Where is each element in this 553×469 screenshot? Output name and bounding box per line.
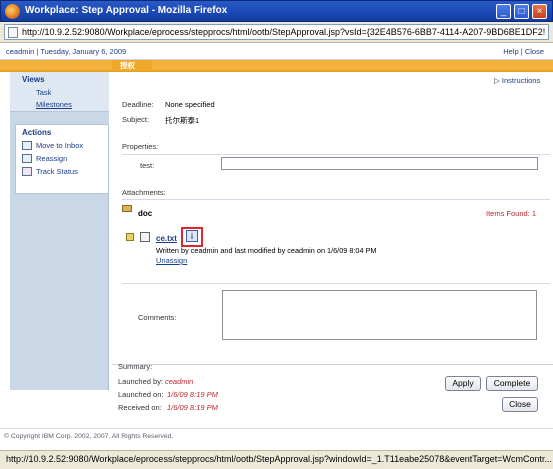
properties-title: Properties: bbox=[122, 142, 159, 151]
summary-title: Summary: bbox=[118, 362, 153, 371]
action-move-to-inbox[interactable]: Move to Inbox bbox=[36, 141, 83, 150]
action-reassign[interactable]: Reassign bbox=[36, 154, 67, 163]
folder-icon bbox=[122, 205, 132, 212]
instructions-label: Instructions bbox=[501, 76, 541, 85]
reassign-icon bbox=[22, 154, 32, 163]
actions-title: Actions bbox=[22, 128, 52, 137]
close-window-button[interactable]: × bbox=[532, 4, 547, 19]
actions-panel: Actions Move to Inbox Reassign Track Sta… bbox=[15, 124, 109, 194]
comments-label: Comments: bbox=[138, 313, 177, 322]
file-link[interactable]: ce.txt bbox=[156, 234, 177, 243]
properties-divider bbox=[122, 154, 550, 155]
launched-by-label: Launched by: bbox=[118, 377, 164, 386]
attachments-title: Attachments: bbox=[122, 188, 166, 197]
header-separator: | bbox=[520, 47, 523, 56]
status-text: http://10.9.2.52:9080/Workplace/eprocess… bbox=[6, 454, 552, 464]
tab-approve[interactable]: 授权 bbox=[112, 60, 152, 71]
instructions-arrow-icon: ▷ bbox=[494, 76, 500, 85]
deadline-value: None specified bbox=[165, 100, 215, 109]
views-title: Views bbox=[22, 75, 45, 84]
instructions-link[interactable]: ▷ Instructions bbox=[494, 76, 540, 85]
window-title: Workplace: Step Approval - Mozilla Firef… bbox=[25, 5, 228, 16]
comments-divider bbox=[122, 283, 550, 284]
tab-strip: 授权 bbox=[0, 60, 553, 72]
action-track-status[interactable]: Track Status bbox=[36, 167, 78, 176]
close-button[interactable]: Close bbox=[502, 397, 538, 412]
page-footer: © Copyright IBM Corp. 2002, 2007. All Ri… bbox=[0, 428, 553, 450]
address-bar: http://10.9.2.52:9080/Workplace/eprocess… bbox=[0, 22, 553, 43]
close-link[interactable]: Close bbox=[525, 47, 544, 56]
file-meta: Written by ceadmin and last modified by … bbox=[156, 246, 377, 255]
attachment-icon bbox=[126, 233, 134, 241]
launched-on-value: 1/6/09 8:19 PM bbox=[167, 390, 218, 399]
subject-label: Subject: bbox=[122, 115, 150, 124]
user-date: ceadmin | Tuesday, January 6, 2009 bbox=[6, 47, 127, 56]
launched-by-value: ceadmin bbox=[165, 377, 194, 386]
main-panel: ▷ Instructions Deadline: None specified … bbox=[112, 72, 553, 450]
track-status-icon bbox=[22, 167, 32, 176]
sidebar: Views Task Milestones Actions Move to In… bbox=[10, 72, 109, 390]
unassign-link[interactable]: Unassign bbox=[156, 256, 187, 265]
apply-button[interactable]: Apply bbox=[445, 376, 481, 391]
folder-name: doc bbox=[138, 209, 153, 218]
page-content: ceadmin | Tuesday, January 6, 2009 Help … bbox=[0, 43, 553, 450]
move-to-inbox-icon bbox=[22, 141, 32, 150]
help-link[interactable]: Help bbox=[503, 47, 518, 56]
document-icon bbox=[140, 232, 150, 242]
deadline-label: Deadline: bbox=[122, 100, 154, 109]
subject-value: 托尔斯泰1 bbox=[165, 116, 200, 125]
header-links: Help | Close bbox=[503, 47, 544, 56]
firefox-icon bbox=[5, 4, 20, 19]
test-label: test: bbox=[140, 161, 155, 170]
page-icon bbox=[8, 27, 18, 38]
view-milestones[interactable]: Milestones bbox=[36, 100, 72, 109]
page-header: ceadmin | Tuesday, January 6, 2009 Help … bbox=[0, 43, 553, 60]
view-task[interactable]: Task bbox=[36, 88, 51, 97]
test-input[interactable] bbox=[221, 157, 538, 170]
maximize-button[interactable]: □ bbox=[514, 4, 529, 19]
received-on-value: 1/6/09 8:19 PM bbox=[167, 403, 218, 412]
launched-on-label: Launched on: bbox=[118, 390, 164, 399]
views-panel: Views Task Milestones bbox=[10, 72, 109, 112]
minimize-button[interactable]: _ bbox=[496, 4, 511, 19]
status-bar: http://10.9.2.52:9080/Workplace/eprocess… bbox=[0, 450, 553, 469]
url-field[interactable]: http://10.9.2.52:9080/Workplace/eprocess… bbox=[4, 24, 549, 40]
url-text: http://10.9.2.52:9080/Workplace/eprocess… bbox=[22, 27, 546, 37]
attachments-divider bbox=[122, 199, 550, 200]
complete-button[interactable]: Complete bbox=[486, 376, 538, 391]
copyright-text: © Copyright IBM Corp. 2002, 2007. All Ri… bbox=[4, 433, 174, 440]
items-found: Items Found: 1 bbox=[486, 209, 537, 218]
comments-textarea[interactable] bbox=[222, 290, 537, 340]
info-icon[interactable]: i bbox=[186, 230, 198, 242]
window-title-bar: Workplace: Step Approval - Mozilla Firef… bbox=[0, 0, 553, 22]
received-on-label: Received on: bbox=[118, 403, 162, 412]
